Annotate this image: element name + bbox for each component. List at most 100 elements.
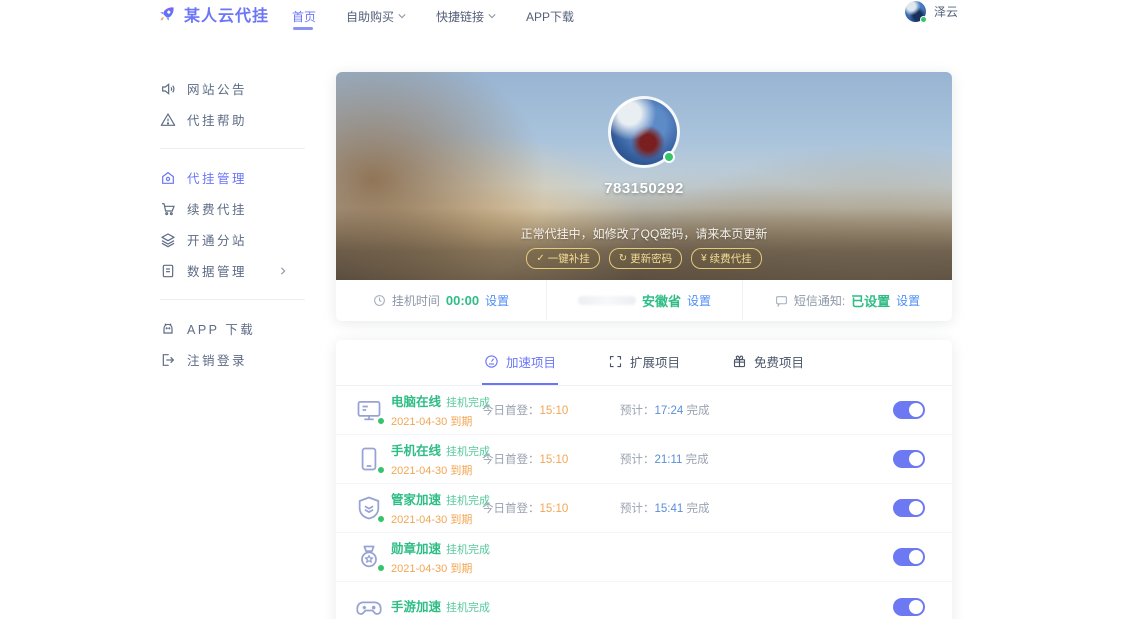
toggle-knob	[909, 452, 923, 466]
project-title: 勋章加速	[391, 541, 442, 556]
project-status: 挂机完成	[446, 543, 491, 556]
tab-free-projects[interactable]: 免费项目	[730, 340, 806, 385]
eta-label: 预计：	[620, 454, 655, 466]
user-avatar	[905, 1, 927, 23]
project-toggle[interactable]	[893, 450, 925, 468]
first-login-col: 今日首登：15:10	[482, 451, 568, 467]
hang-time-section: 挂机时间 00:00 设置	[336, 280, 546, 320]
project-toggle[interactable]	[893, 548, 925, 566]
project-toggle[interactable]	[893, 401, 925, 419]
first-login-time: 15:10	[539, 503, 569, 515]
eta-suffix: 完成	[683, 405, 710, 417]
toggle-knob	[909, 550, 923, 564]
project-row-game-speed: 手游加速 挂机完成	[336, 582, 952, 619]
hang-time-value: 00:00	[445, 292, 480, 308]
sidebar-item-help[interactable]: 代挂帮助	[160, 104, 305, 135]
nav-self-purchase-label: 自助购买	[346, 9, 395, 24]
project-expire: 2021-04-30 到期	[391, 415, 473, 428]
top-header: 某人云代挂 首页 自助购买 快捷链接 APP下载 泽云	[0, 0, 1137, 32]
medal-icon	[355, 543, 385, 572]
nav-quick-links[interactable]: 快捷链接	[436, 0, 496, 32]
projects-card: 加速项目 扩展项目 免费项目 电脑在线 挂机完成 2021-04-30 到期 今…	[336, 340, 952, 619]
sidebar-item-renew[interactable]: 续费代挂	[160, 193, 305, 224]
project-title: 手游加速	[391, 599, 442, 614]
document-icon	[160, 263, 176, 279]
speaker-icon	[160, 81, 176, 97]
sidebar-divider	[160, 299, 305, 300]
update-password-button-label: 更新密码	[630, 253, 673, 265]
sms-icon	[775, 294, 788, 307]
sidebar-label: 续费代挂	[187, 203, 248, 217]
android-icon	[160, 321, 176, 337]
eta-suffix: 完成	[683, 503, 710, 515]
sidebar-label: 开通分站	[187, 234, 248, 248]
project-title-block: 勋章加速 挂机完成 2021-04-30 到期	[391, 537, 490, 578]
sidebar-label: APP 下载	[187, 323, 256, 337]
project-list: 电脑在线 挂机完成 2021-04-30 到期 今日首登：15:10 预计：17:…	[336, 386, 952, 619]
sidebar: 网站公告 代挂帮助 代挂管理 续费代挂 开通分站 数据管理 APP 下载 注销登…	[160, 73, 305, 375]
first-login-label: 今日首登：	[482, 454, 540, 466]
project-row-guard-speed: 管家加速 挂机完成 2021-04-30 到期 今日首登：15:10 预计：15:…	[336, 484, 952, 533]
eta-suffix: 完成	[682, 454, 709, 466]
toggle-knob	[909, 599, 923, 614]
banner-actions: ✓ 一键补挂 ↻ 更新密码 ¥ 续费代挂	[336, 248, 952, 269]
hang-time-settings-link[interactable]: 设置	[485, 292, 509, 309]
sidebar-label: 数据管理	[187, 265, 248, 279]
renew-hang-button[interactable]: ¥ 续费代挂	[691, 248, 762, 269]
sidebar-divider	[160, 148, 305, 149]
project-toggle[interactable]	[893, 499, 925, 517]
sidebar-item-substation[interactable]: 开通分站	[160, 224, 305, 255]
first-login-col: 今日首登：15:10	[482, 500, 568, 516]
coin-icon: ¥	[701, 252, 707, 264]
sidebar-item-announcements[interactable]: 网站公告	[160, 73, 305, 104]
logout-icon	[160, 352, 176, 368]
project-expire: 2021-04-30 到期	[391, 513, 473, 526]
layers-icon	[160, 232, 176, 248]
location-settings-link[interactable]: 设置	[687, 292, 711, 309]
rehang-button[interactable]: ✓ 一键补挂	[526, 248, 600, 269]
sidebar-label: 注销登录	[187, 354, 248, 368]
sidebar-item-logout[interactable]: 注销登录	[160, 344, 305, 375]
tab-speed-projects[interactable]: 加速项目	[481, 340, 558, 385]
computer-icon	[355, 396, 385, 425]
nav-quick-links-label: 快捷链接	[436, 9, 485, 24]
location-value: 安徽省	[641, 293, 681, 309]
sidebar-item-data-management[interactable]: 数据管理	[160, 255, 305, 286]
project-row-medal-speed: 勋章加速 挂机完成 2021-04-30 到期	[336, 533, 952, 582]
chevron-right-icon	[279, 266, 287, 275]
first-login-time: 15:10	[539, 405, 569, 417]
nav-home[interactable]: 首页	[292, 0, 316, 32]
project-toggle[interactable]	[893, 597, 925, 616]
redacted-text-blur	[577, 295, 636, 305]
gauge-icon	[484, 354, 499, 369]
hang-status-message: 正常代挂中，如修改了QQ密码，请来本页更新	[520, 227, 768, 241]
qq-number: 783150292	[604, 180, 684, 197]
sidebar-item-app-download[interactable]: APP 下载	[160, 313, 305, 344]
eta-col: 预计：21:11 完成	[620, 451, 709, 467]
nav-self-purchase[interactable]: 自助购买	[346, 0, 406, 32]
nav-app-download[interactable]: APP下载	[526, 0, 574, 32]
eta-time: 15:41	[654, 503, 684, 515]
alert-triangle-icon	[160, 112, 176, 128]
check-circle-icon: ✓	[536, 252, 545, 264]
rocket-logo-icon	[156, 3, 178, 25]
online-status-dot	[663, 151, 675, 163]
phone-icon	[355, 445, 385, 474]
update-password-button[interactable]: ↻ 更新密码	[608, 248, 683, 269]
brand[interactable]: 某人云代挂	[156, 2, 269, 26]
info-bar: 挂机时间 00:00 设置 安徽省 设置 短信通知: 已设置 设置	[336, 280, 952, 320]
online-status-dot	[377, 515, 385, 523]
first-login-label: 今日首登：	[482, 503, 540, 515]
sms-settings-link[interactable]: 设置	[896, 292, 920, 309]
profile-banner: 783150292 正常代挂中，如修改了QQ密码，请来本页更新 ✓ 一键补挂 ↻…	[336, 72, 952, 280]
tab-extended-projects[interactable]: 扩展项目	[606, 340, 682, 385]
sidebar-item-hang-management[interactable]: 代挂管理	[160, 162, 305, 193]
online-status-dot	[377, 466, 385, 474]
first-login-time: 15:10	[539, 454, 569, 466]
project-title: 管家加速	[391, 492, 442, 507]
user-menu[interactable]: 泽云	[905, 1, 958, 23]
profile-avatar	[608, 96, 680, 168]
nav-app-download-label: APP下载	[526, 9, 575, 24]
home-icon	[160, 170, 176, 186]
project-title: 手机在线	[391, 443, 442, 458]
